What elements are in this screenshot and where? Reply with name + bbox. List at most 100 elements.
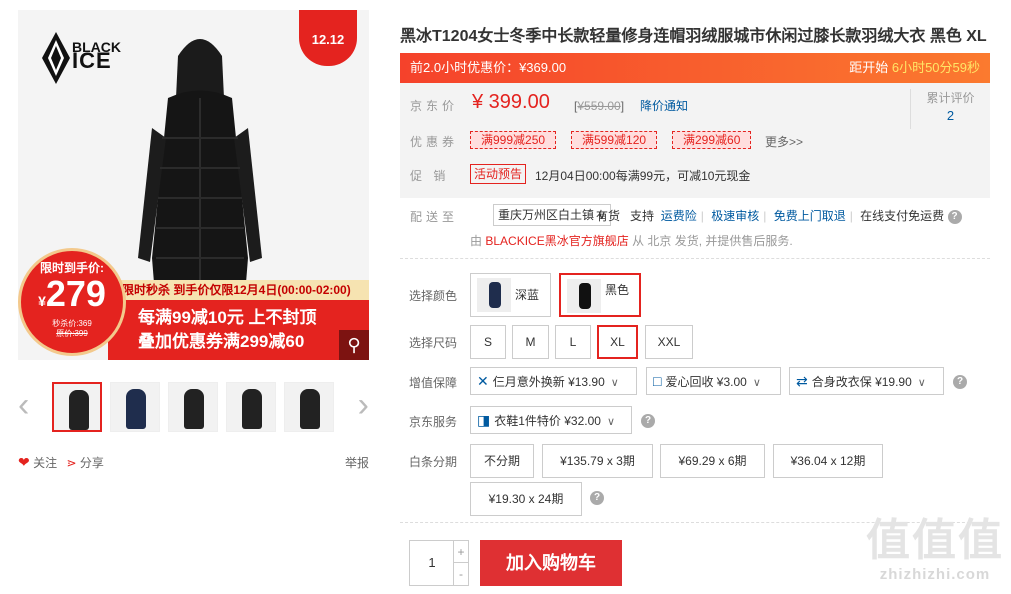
vas-recycle[interactable]: □ 爱心回收 ¥3.00 ∨: [646, 367, 781, 395]
service-free-pickup[interactable]: 免费上门取退: [774, 209, 846, 223]
installment-6[interactable]: ¥69.29 x 6期: [660, 444, 765, 478]
color-option-navy[interactable]: 深蓝: [470, 273, 551, 317]
size-option-xl[interactable]: XL: [597, 325, 638, 359]
countdown-label: 距开始: [849, 60, 889, 75]
installment-3[interactable]: ¥135.79 x 3期: [542, 444, 653, 478]
stock-status: 有货: [596, 209, 621, 223]
quantity-stepper[interactable]: 1 + -: [409, 540, 469, 586]
original-price-value: ¥559.00: [577, 99, 621, 113]
promo-flash-text: 限时秒杀 到手价仅限12月4日(00:00-02:00): [118, 280, 369, 300]
seller-info: 由 BLACKICE黑冰官方旗舰店 从 北京 发货, 并提供售后服务.: [470, 232, 793, 249]
service-freight-insurance[interactable]: 运费险: [661, 209, 697, 223]
magnifier-icon[interactable]: ⚲: [339, 330, 369, 360]
main-product-image[interactable]: BLACK ICE 12.12 限时秒杀 到手价仅限12月4日(00:00-02…: [18, 10, 369, 360]
follow-link[interactable]: 关注: [33, 454, 57, 471]
price-circle-badge: 限时到手价: ¥279 秒杀价:369 原价:399: [18, 248, 126, 356]
promo-line-1: 每满99减10元 上不封顶: [138, 308, 317, 327]
circle-price-value: 279: [45, 273, 106, 314]
watermark-text: 值值值: [866, 516, 1004, 565]
help-icon[interactable]: ?: [953, 375, 967, 389]
original-price: [¥559.00]: [574, 99, 624, 113]
price-notify-link[interactable]: 降价通知: [640, 97, 688, 114]
seller-suffix: 从 北京 发货, 并提供售后服务.: [632, 234, 793, 248]
share-link[interactable]: 分享: [80, 454, 104, 471]
vas-accident-replace[interactable]: ✕ 仨月意外换新 ¥13.90 ∨: [470, 367, 637, 395]
help-icon[interactable]: ?: [947, 209, 962, 224]
countdown: 距开始 6小时50分59秒: [849, 53, 980, 83]
address-selector[interactable]: 重庆万州区白土镇 ∨: [493, 204, 612, 226]
size-option-s[interactable]: S: [470, 325, 506, 359]
vas-label: 仨月意外换新 ¥13.90: [492, 375, 605, 389]
section-divider: [400, 258, 990, 259]
circle-sub-1: 秒杀价:369: [52, 319, 92, 328]
color-name: 深蓝: [515, 288, 540, 302]
installment-label: 白条分期: [409, 455, 458, 469]
chevron-right-icon[interactable]: ›: [358, 388, 369, 422]
heart-icon[interactable]: ❤: [18, 454, 30, 471]
watermark: 值值值 zhizhizhi.com: [860, 516, 1010, 583]
thumbnail-item[interactable]: [226, 382, 276, 432]
chevron-down-icon: ∨: [752, 377, 761, 389]
coupon-tag[interactable]: 满599减120: [571, 131, 658, 149]
thumbnail-item[interactable]: [52, 382, 102, 432]
size-option-m[interactable]: M: [512, 325, 549, 359]
coupon-tag[interactable]: 满999减250: [470, 131, 557, 149]
thumbnail-item[interactable]: [284, 382, 334, 432]
color-option-black[interactable]: 黑色: [559, 273, 641, 317]
price-label: 京东价: [410, 99, 459, 113]
color-label: 选择颜色: [409, 289, 458, 303]
coupon-more-link[interactable]: 更多>>: [765, 133, 803, 150]
promotion-label: 促 销: [410, 169, 450, 183]
promo-banner: 限时秒杀 到手价仅限12月4日(00:00-02:00) 每满99减10元 上不…: [18, 248, 369, 360]
promotion-text: 12月04日00:00每满99元，可减10元现金: [535, 169, 751, 183]
thumbnail-item[interactable]: [168, 382, 218, 432]
share-icon[interactable]: ⋗: [66, 456, 76, 470]
size-label: 选择尺码: [409, 336, 458, 350]
promo-line-2: 叠加优惠券满299减60: [138, 332, 305, 351]
quantity-minus-button[interactable]: -: [453, 563, 468, 585]
size-option-l[interactable]: L: [555, 325, 591, 359]
coupon-tag[interactable]: 满299减60: [672, 131, 752, 149]
circle-sub-2: 原价:399: [56, 329, 88, 338]
review-label: 累计评价: [926, 91, 975, 105]
coupon-label: 优惠券: [410, 135, 459, 149]
promo-1212-badge: 12.12: [299, 10, 357, 66]
price-box: 京东价 ¥ 399.00 [¥559.00] 降价通知 累计评价 2 优惠券 满…: [400, 83, 990, 198]
chevron-down-icon: ∨: [917, 377, 926, 389]
quantity-plus-button[interactable]: +: [453, 541, 468, 563]
jd-service-text: 衣鞋1件特价 ¥32.00: [494, 414, 601, 428]
installment-12[interactable]: ¥36.04 x 12期: [773, 444, 883, 478]
vas-label: 爱心回收 ¥3.00: [665, 375, 747, 389]
color-name: 黑色: [605, 283, 630, 297]
review-summary[interactable]: 累计评价 2: [910, 89, 990, 129]
shop-link[interactable]: BLACKICE黑冰官方旗舰店: [485, 234, 628, 248]
jd-service-option[interactable]: ◨ 衣鞋1件特价 ¥32.00 ∨: [470, 406, 632, 434]
quantity-input[interactable]: 1: [410, 541, 454, 585]
add-to-cart-button[interactable]: 加入购物车: [480, 540, 622, 586]
chevron-down-icon: ∨: [606, 416, 616, 428]
installment-none[interactable]: 不分期: [470, 444, 534, 478]
delivery-label: 配送至: [410, 210, 459, 224]
follow-share-row: ❤ 关注 ⋗ 分享 举报: [18, 454, 369, 474]
support-label: 支持: [630, 209, 655, 223]
help-icon[interactable]: ?: [641, 414, 655, 428]
presale-bar: 前2.0小时优惠价：¥369.00 距开始 6小时50分59秒: [400, 53, 990, 83]
swap-icon: ⇄: [796, 373, 808, 389]
report-link[interactable]: 举报: [345, 454, 369, 471]
promotion-tag: 活动预告: [470, 164, 527, 184]
review-count[interactable]: 2: [911, 108, 990, 123]
delivery-section: 配送至 重庆万州区白土镇 ∨ 有货 支持 运费险 | 极速审核 | 免费上门取退 | …: [400, 204, 990, 254]
installment-24[interactable]: ¥19.30 x 24期: [470, 482, 582, 516]
presale-price: 前2.0小时优惠价：¥369.00: [410, 60, 567, 75]
vas-alteration[interactable]: ⇄ 合身改衣保 ¥19.90 ∨: [789, 367, 944, 395]
product-title: 黑冰T1204女士冬季中长款轻量修身连帽羽绒服城市休闲过膝长款羽绒大衣 黑色 X…: [400, 28, 987, 45]
help-icon[interactable]: ?: [590, 491, 604, 505]
thumbnail-item[interactable]: [110, 382, 160, 432]
jd-service-label: 京东服务: [409, 415, 458, 429]
service-fast-review[interactable]: 极速审核: [711, 209, 759, 223]
size-option-xxl[interactable]: XXL: [645, 325, 693, 359]
value-added-label: 增值保障: [409, 376, 458, 390]
bag-icon: ◨: [477, 412, 491, 428]
chevron-left-icon[interactable]: ‹: [18, 388, 29, 422]
promo-main-text: 每满99减10元 上不封顶 叠加优惠券满299减60: [108, 300, 369, 360]
